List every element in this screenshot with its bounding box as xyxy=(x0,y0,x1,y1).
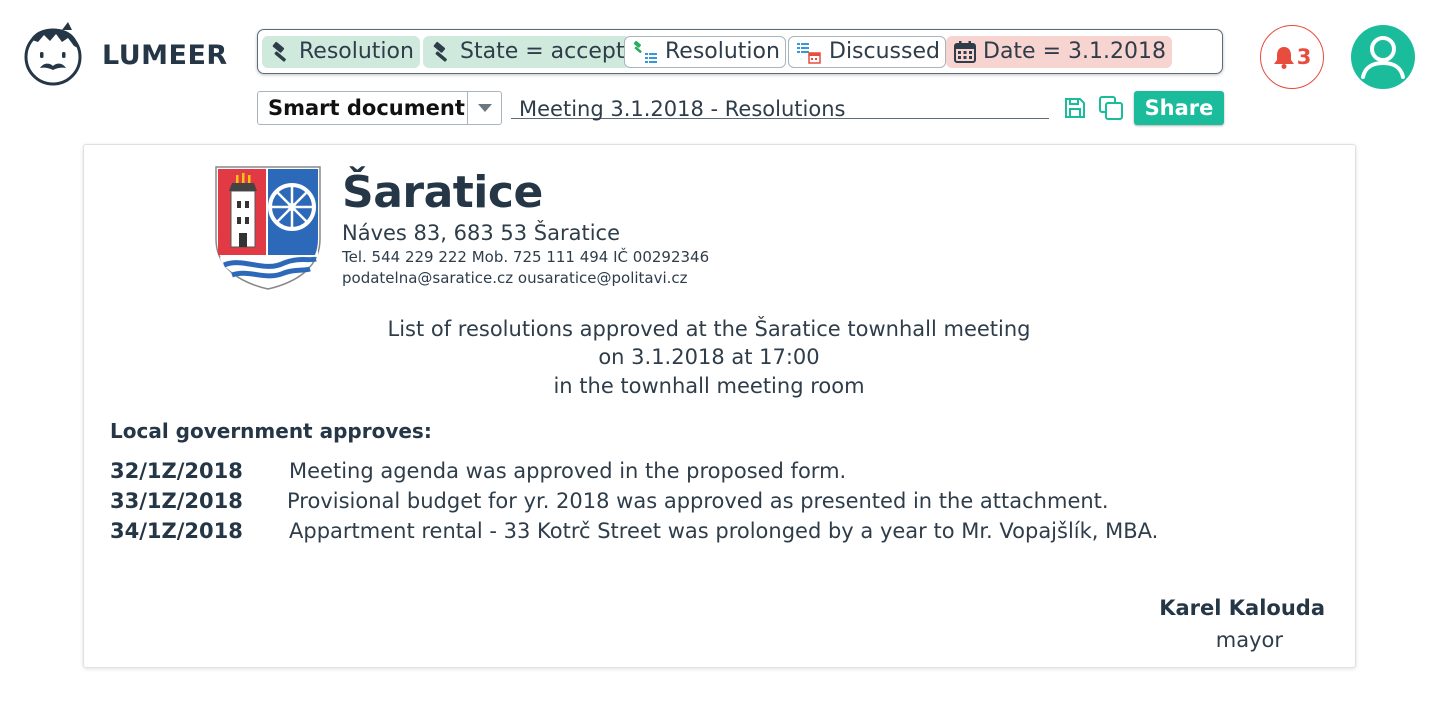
approves-heading: Local government approves: xyxy=(110,419,432,443)
town-contact: Tel. 544 229 222 Mob. 725 111 494 IČ 002… xyxy=(342,248,710,266)
chip-label: Resolution xyxy=(299,39,414,64)
chip-discussed[interactable]: Discussed xyxy=(788,36,946,68)
signature-title: mayor xyxy=(1215,628,1283,652)
gavel-icon xyxy=(272,41,286,62)
town-name: Šaratice xyxy=(342,167,543,218)
notification-count: 3 xyxy=(1296,45,1312,69)
intro-line: on 3.1.2018 at 17:00 xyxy=(598,345,820,369)
user-avatar-icon[interactable] xyxy=(1351,25,1415,89)
share-button[interactable]: Share xyxy=(1134,91,1224,125)
search-box[interactable]: Resolution State = accept Resolution Dis… xyxy=(257,29,1223,74)
document-name-input[interactable]: Meeting 3.1.2018 - Resolutions xyxy=(511,95,1049,121)
view-type-value: Smart document xyxy=(268,96,465,120)
chip-label: Discussed xyxy=(829,39,940,64)
town-address: Náves 83, 683 53 Šaratice xyxy=(342,221,621,245)
gavel-link-icon xyxy=(633,40,657,63)
chip-state-accept[interactable]: State = accept xyxy=(423,36,631,68)
chip-label: State = accept xyxy=(460,39,625,64)
chevron-down-icon xyxy=(477,104,492,112)
notifications-button[interactable]: 3 xyxy=(1260,25,1324,89)
resolution-number: 33/1Z/2018 xyxy=(110,489,243,513)
chip-resolution-collection[interactable]: Resolution xyxy=(262,36,420,68)
select-arrow[interactable] xyxy=(467,92,501,124)
list-calendar-icon xyxy=(797,43,821,64)
resolution-text: Appartment rental - 33 Kotrč Street was … xyxy=(289,519,1159,543)
town-email: podatelna@saratice.cz ousaratice@politav… xyxy=(342,269,688,287)
view-type-select[interactable]: Smart document xyxy=(257,91,502,125)
save-icon[interactable] xyxy=(1064,97,1086,119)
copy-icon[interactable] xyxy=(1098,95,1124,121)
resolution-number: 34/1Z/2018 xyxy=(110,519,243,543)
chip-resolution-link[interactable]: Resolution xyxy=(624,36,786,68)
intro-line: List of resolutions approved at the Šara… xyxy=(387,317,1031,341)
lumeer-logo-icon[interactable] xyxy=(22,20,84,86)
chip-label: Resolution xyxy=(665,39,780,64)
bell-icon xyxy=(1273,47,1294,69)
resolution-number: 32/1Z/2018 xyxy=(110,459,243,483)
resolution-text: Provisional budget for yr. 2018 was appr… xyxy=(287,489,1109,513)
resolution-text: Meeting agenda was approved in the propo… xyxy=(289,459,847,483)
coat-of-arms-icon xyxy=(215,166,321,290)
brand-name[interactable]: LUMEER xyxy=(102,40,228,71)
intro-line: in the townhall meeting room xyxy=(553,374,865,398)
signature-name: Karel Kalouda xyxy=(1159,596,1325,620)
smart-document: Šaratice Náves 83, 683 53 Šaratice Tel. … xyxy=(83,144,1356,668)
gavel-icon xyxy=(433,41,447,62)
chip-label: Date = 3.1.2018 xyxy=(983,39,1166,64)
calendar-icon xyxy=(954,41,976,63)
chip-date[interactable]: Date = 3.1.2018 xyxy=(946,36,1172,68)
